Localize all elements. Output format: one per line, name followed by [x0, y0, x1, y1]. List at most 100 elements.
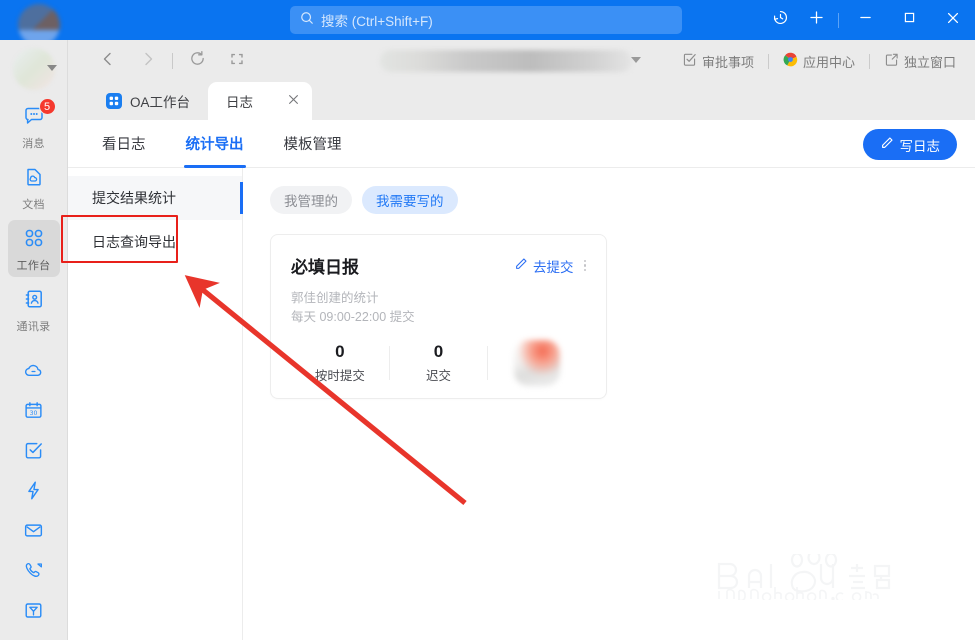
history-icon	[772, 9, 789, 31]
calendar-icon[interactable]: 30	[8, 390, 60, 430]
sidebar-item-messages[interactable]: 消息 5	[8, 98, 60, 155]
contacts-icon	[22, 287, 46, 316]
stat-label: 迟交	[426, 368, 452, 383]
baidu-jingyan-logo-icon	[717, 549, 891, 603]
mail-icon[interactable]	[8, 510, 60, 550]
lightning-icon[interactable]	[8, 470, 60, 510]
card-header: 必填日报 去提交	[291, 253, 586, 278]
unread-badge: 5	[38, 98, 56, 115]
video-meeting-icon[interactable]	[8, 590, 60, 630]
titlebar-divider	[838, 12, 839, 28]
stat-value: 0	[433, 341, 444, 361]
maximize-button[interactable]	[887, 0, 931, 40]
browser-tab-oa-workbench[interactable]: OA工作台	[88, 82, 208, 120]
toolbar-actions: 审批事项 应用中心 独立窗口	[673, 40, 965, 82]
toolbar-divider	[172, 53, 173, 69]
oa-app-icon	[106, 93, 122, 109]
browser-tab-label: 日志	[226, 95, 254, 110]
stat-value: 0	[335, 341, 345, 361]
minimize-button[interactable]	[843, 0, 887, 40]
minimize-icon	[859, 11, 872, 29]
back-button[interactable]	[88, 40, 128, 82]
app-center-icon	[783, 52, 798, 70]
tab-template-management[interactable]: 模板管理	[264, 120, 362, 168]
go-submit-button[interactable]: 去提交	[514, 256, 574, 276]
phone-call-icon[interactable]	[8, 550, 60, 590]
document-icon	[22, 165, 46, 194]
fullscreen-button[interactable]	[217, 40, 257, 82]
title-bar: 搜索 (Ctrl+Shift+F)	[0, 0, 975, 46]
statistics-side-menu: 提交结果统计 日志查询导出	[61, 168, 243, 640]
folder-icon[interactable]	[8, 630, 60, 640]
stat-late-submit: 0 迟交	[390, 342, 488, 384]
close-button[interactable]	[931, 0, 975, 40]
side-menu-item-submission-stats[interactable]: 提交结果统计	[68, 176, 243, 220]
organization-selector[interactable]	[380, 50, 632, 72]
detach-window-label: 独立窗口	[903, 54, 956, 70]
write-log-button[interactable]: 写日志	[862, 129, 957, 160]
refresh-icon	[189, 50, 206, 72]
card-creator-line: 郭佳创建的统计	[291, 291, 379, 305]
app-window: 搜索 (Ctrl+Shift+F) 消息 5 文档 工作台 通讯录 30 审批事…	[0, 0, 975, 640]
workbench-icon	[22, 226, 46, 255]
chip-need-to-write[interactable]: 我需要写的	[362, 186, 458, 214]
chevron-left-icon	[100, 51, 116, 72]
side-menu-label: 日志查询导出	[92, 234, 176, 250]
sidebar-item-documents[interactable]: 文档	[8, 159, 60, 216]
sidebar-item-label: 文档	[22, 199, 45, 211]
rail-shortcuts: 30	[0, 350, 67, 640]
approval-icon	[682, 52, 697, 70]
sidebar-item-workbench[interactable]: 工作台	[7, 220, 60, 277]
forward-button[interactable]	[128, 40, 168, 82]
toolbar-divider	[767, 53, 769, 69]
chevron-down-icon[interactable]	[631, 57, 641, 63]
tab-label: 看日志	[102, 137, 146, 153]
pencil-icon	[880, 136, 894, 153]
close-icon	[946, 11, 960, 30]
detach-window-icon	[884, 52, 899, 70]
sidebar-item-label: 消息	[22, 138, 45, 150]
chip-label: 我管理的	[284, 194, 338, 209]
tab-view-logs[interactable]: 看日志	[82, 120, 166, 168]
new-tab-button[interactable]	[798, 0, 834, 40]
side-menu-item-log-query-export[interactable]: 日志查询导出	[61, 215, 242, 264]
global-search-box[interactable]: 搜索 (Ctrl+Shift+F)	[290, 6, 682, 34]
task-check-icon[interactable]	[8, 430, 60, 470]
stat-on-time-submit: 0 按时提交	[291, 342, 389, 384]
tab-label: 统计导出	[185, 137, 244, 153]
close-icon[interactable]	[287, 93, 300, 109]
maximize-icon	[903, 11, 916, 29]
kebab-menu-icon[interactable]	[583, 259, 586, 272]
page-tabs: 看日志 统计导出 模板管理 写日志	[68, 120, 975, 168]
sidebar-item-label: 工作台	[16, 260, 51, 272]
card-subtitle: 郭佳创建的统计 每天 09:00-22:00 提交	[291, 289, 586, 328]
svg-text:30: 30	[30, 409, 38, 416]
go-submit-label: 去提交	[533, 259, 574, 275]
toolbar-divider	[868, 53, 870, 69]
mouse-cursor-blur	[514, 339, 561, 386]
statistic-card[interactable]: 必填日报 去提交 郭佳创建的统计 每天 09:00-22:00 提交 0 按时提…	[270, 234, 607, 399]
card-statistics: 0 按时提交 0 迟交	[291, 339, 586, 386]
sidebar-item-label: 通讯录	[16, 321, 51, 333]
detach-window-action[interactable]: 独立窗口	[875, 52, 965, 71]
stat-obscured	[488, 339, 586, 386]
sidebar-item-contacts[interactable]: 通讯录	[8, 281, 60, 338]
approval-action[interactable]: 审批事项	[673, 52, 763, 71]
history-button[interactable]	[762, 0, 798, 40]
refresh-button[interactable]	[177, 40, 217, 82]
chevron-right-icon	[140, 51, 156, 72]
app-center-action[interactable]: 应用中心	[774, 52, 864, 71]
approval-label: 审批事项	[701, 54, 754, 70]
tab-statistics-export[interactable]: 统计导出	[166, 120, 264, 168]
chip-managed-by-me[interactable]: 我管理的	[270, 186, 352, 214]
search-placeholder-text: 搜索 (Ctrl+Shift+F)	[321, 14, 433, 29]
left-rail: 消息 5 文档 工作台 通讯录 30	[0, 40, 68, 640]
browser-tabstrip: OA工作台 日志	[68, 82, 975, 120]
browser-tab-logs[interactable]: 日志	[208, 82, 313, 120]
side-menu-label: 提交结果统计	[92, 190, 176, 206]
cloud-icon[interactable]	[8, 350, 60, 390]
pencil-icon	[514, 257, 528, 274]
card-schedule-line: 每天 09:00-22:00 提交	[291, 310, 415, 325]
window-controls	[762, 0, 975, 40]
chevron-down-icon[interactable]	[47, 65, 57, 71]
